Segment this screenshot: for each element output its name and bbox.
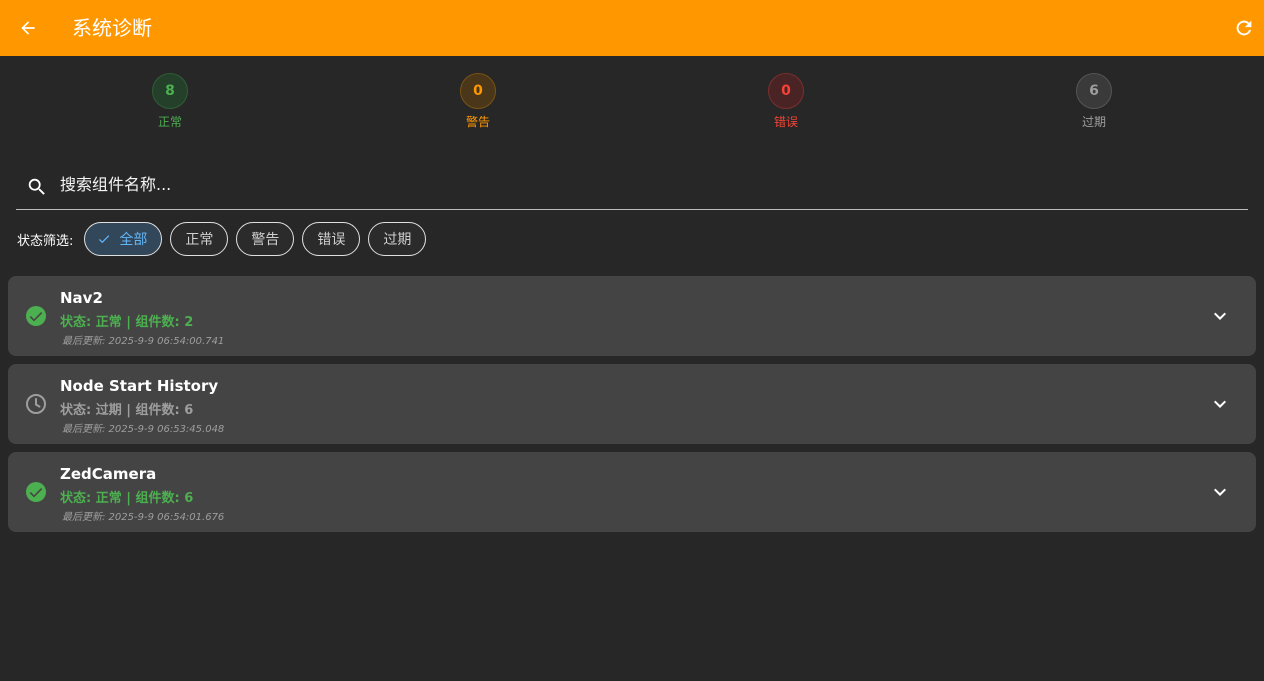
stat-warn-count: 0 [460,73,496,109]
filter-chip-warn-label: 警告 [251,232,280,248]
list-item[interactable]: ZedCamera 状态: 正常 | 组件数: 6 最后更新: 2025-9-9… [8,452,1256,532]
filter-chip-ok-label: 正常 [185,232,214,248]
filter-chip-stale[interactable]: 过期 [368,222,427,256]
check-icon [97,232,111,246]
stat-stale: 6 过期 [1054,73,1134,129]
stat-warn: 0 警告 [438,73,518,129]
page-title: 系统诊断 [72,16,152,40]
search-icon [26,176,46,196]
item-status: 状态: 正常 | 组件数: 6 [60,491,194,506]
stat-error-label: 错误 [773,115,798,129]
item-updated: 最后更新: 2025-9-9 06:54:00.741 [62,336,225,347]
list-item[interactable]: Nav2 状态: 正常 | 组件数: 2 最后更新: 2025-9-9 06:5… [8,276,1256,356]
item-updated: 最后更新: 2025-9-9 06:53:45.048 [62,424,225,435]
stat-ok-count: 8 [152,73,188,109]
filter-chip-all[interactable]: 全部 [84,222,163,256]
item-updated: 最后更新: 2025-9-9 06:54:01.676 [62,512,225,523]
item-name: Nav2 [60,289,103,307]
refresh-icon[interactable] [1232,16,1256,40]
chevron-down-icon[interactable] [1208,392,1232,416]
stat-stale-label: 过期 [1081,115,1106,129]
filter-chip-warn[interactable]: 警告 [236,222,295,256]
stat-stale-count: 6 [1076,73,1112,109]
app-bar: 系统诊断 [0,0,1264,56]
stat-error: 0 错误 [746,73,826,129]
status-summary: 8 正常 0 警告 0 错误 6 过期 [0,73,1264,133]
stat-warn-label: 警告 [465,115,490,129]
chevron-down-icon[interactable] [1208,304,1232,328]
stat-error-count: 0 [768,73,804,109]
component-list: Nav2 状态: 正常 | 组件数: 2 最后更新: 2025-9-9 06:5… [8,276,1256,540]
filter-label: 状态筛选: [17,233,74,249]
filter-chip-error[interactable]: 错误 [302,222,361,256]
stat-ok-label: 正常 [157,115,182,129]
clock-icon [24,392,48,416]
filter-chip-stale-label: 过期 [383,232,412,248]
filter-chip-all-label: 全部 [119,232,148,248]
search-input[interactable] [60,170,1230,198]
stat-ok: 8 正常 [130,73,210,129]
item-status: 状态: 过期 | 组件数: 6 [60,403,194,418]
back-arrow-icon[interactable] [16,16,40,40]
search-bar [16,160,1248,210]
item-name: ZedCamera [60,465,157,483]
filter-chip-ok[interactable]: 正常 [170,222,229,256]
filter-chip-error-label: 错误 [317,232,346,248]
check-circle-icon [24,304,48,328]
item-name: Node Start History [60,377,219,395]
item-status: 状态: 正常 | 组件数: 2 [60,315,194,330]
list-item[interactable]: Node Start History 状态: 过期 | 组件数: 6 最后更新:… [8,364,1256,444]
status-filter: 状态筛选: 全部 正常 警告 错误 过期 [17,222,434,256]
chevron-down-icon[interactable] [1208,480,1232,504]
check-circle-icon [24,480,48,504]
